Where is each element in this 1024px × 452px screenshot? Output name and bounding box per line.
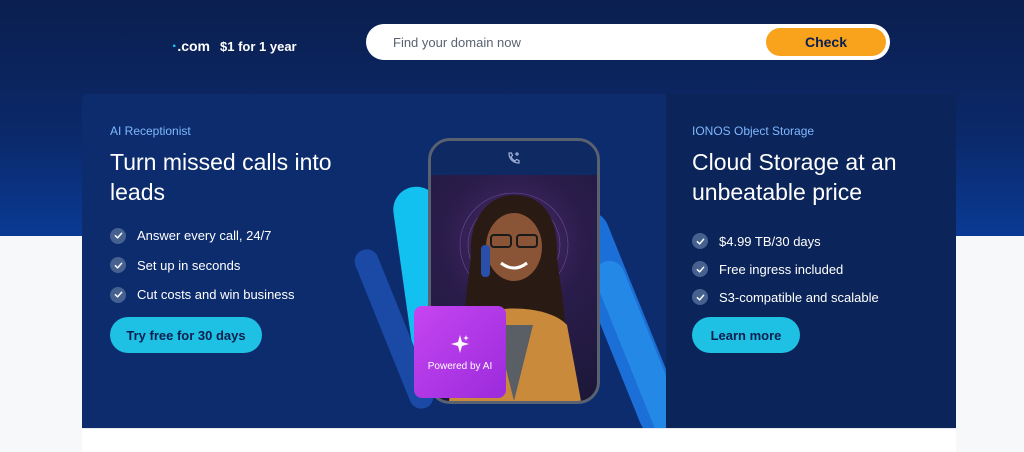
feature-list: Answer every call, 24/7 Set up in second… bbox=[110, 221, 380, 310]
feature-item: Set up in seconds bbox=[110, 251, 380, 281]
feature-text: Free ingress included bbox=[719, 261, 844, 277]
feature-item: Cut costs and win business bbox=[110, 280, 380, 310]
storage-card-content: IONOS Object Storage Cloud Storage at an… bbox=[692, 124, 942, 311]
tld-label: .com bbox=[177, 38, 211, 54]
feature-text: Cut costs and win business bbox=[137, 287, 295, 303]
check-icon bbox=[110, 227, 126, 244]
check-icon bbox=[692, 289, 708, 305]
card-headline: Cloud Storage at an unbeatable price bbox=[692, 149, 897, 205]
check-icon bbox=[692, 233, 708, 249]
feature-list: $4.99 TB/30 days Free ingress included S… bbox=[692, 227, 942, 311]
powered-by-ai-badge: Powered by AI bbox=[414, 306, 506, 398]
domain-search-box: Check bbox=[366, 24, 890, 60]
ai-card-content: AI Receptionist Turn missed calls into l… bbox=[110, 124, 380, 310]
sparkle-icon bbox=[451, 334, 469, 353]
card-eyebrow: AI Receptionist bbox=[110, 124, 191, 138]
try-free-button[interactable]: Try free for 30 days bbox=[110, 317, 262, 353]
learn-more-button[interactable]: Learn more bbox=[692, 317, 800, 353]
check-button[interactable]: Check bbox=[766, 28, 886, 56]
check-icon bbox=[692, 261, 708, 277]
feature-item: $4.99 TB/30 days bbox=[692, 227, 942, 255]
check-icon bbox=[110, 257, 126, 274]
feature-text: $4.99 TB/30 days bbox=[719, 233, 821, 249]
domain-price: $1 for 1 year bbox=[220, 39, 297, 54]
domain-offer: · .com $1 for 1 year bbox=[172, 38, 297, 55]
phone-header bbox=[431, 141, 597, 175]
object-storage-card[interactable]: IONOS Object Storage Cloud Storage at an… bbox=[666, 94, 956, 428]
feature-item: Answer every call, 24/7 bbox=[110, 221, 380, 251]
ai-receptionist-card[interactable]: AI Receptionist Turn missed calls into l… bbox=[82, 94, 666, 428]
phone-call-icon bbox=[508, 152, 520, 164]
feature-item: S3-compatible and scalable bbox=[692, 283, 942, 311]
feature-text: S3-compatible and scalable bbox=[719, 289, 879, 305]
card-eyebrow: IONOS Object Storage bbox=[692, 124, 815, 138]
feature-text: Set up in seconds bbox=[137, 257, 241, 273]
domain-search-bar: · .com $1 for 1 year Check bbox=[0, 0, 1024, 88]
card-headline: Turn missed calls into leads bbox=[110, 149, 332, 205]
badge-label: Powered by AI bbox=[427, 360, 493, 372]
check-icon bbox=[110, 286, 126, 303]
feature-text: Answer every call, 24/7 bbox=[137, 228, 272, 244]
domain-search-input[interactable] bbox=[366, 34, 746, 50]
feature-item: Free ingress included bbox=[692, 255, 942, 283]
next-section-edge bbox=[82, 428, 956, 452]
